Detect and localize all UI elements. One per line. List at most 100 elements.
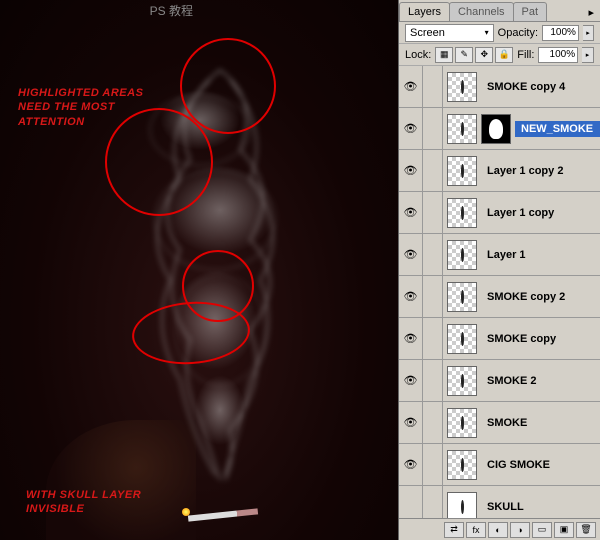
layer-name-label[interactable]: SKULL (481, 499, 600, 515)
layer-style-button[interactable]: fx (466, 522, 486, 538)
layer-thumbnail[interactable] (447, 240, 477, 270)
layer-name-label[interactable]: CIG SMOKE (481, 457, 600, 473)
layer-mask-thumbnail[interactable] (481, 114, 511, 144)
adjustment-layer-button[interactable]: ◑ (510, 522, 530, 538)
annotation-bottom: WITH SKULL LAYER INVISIBLE (26, 488, 141, 517)
photo-cigarette (188, 508, 258, 521)
layers-panel: Layers Channels Pat ▸ Screen ▾ Opacity: … (398, 0, 600, 540)
link-column[interactable] (423, 150, 443, 191)
layers-list[interactable]: 👁 SMOKE copy 4 👁 NEW_SMOKE 👁 Layer 1 copy 2 👁 L… (399, 66, 600, 518)
layer-row[interactable]: 👁 NEW_SMOKE (399, 108, 600, 150)
eye-icon: 👁 (404, 374, 418, 387)
visibility-toggle[interactable]: 👁 (399, 192, 423, 233)
layer-name-label[interactable]: SMOKE 2 (481, 373, 600, 389)
layer-thumbnail[interactable] (447, 492, 477, 519)
layer-thumbnail[interactable] (447, 366, 477, 396)
layer-thumbnail[interactable] (447, 114, 477, 144)
layer-row[interactable]: SKULL (399, 486, 600, 518)
layer-name-label[interactable]: Layer 1 copy 2 (481, 163, 600, 179)
blend-mode-value: Screen (410, 27, 445, 39)
layer-row[interactable]: 👁 CIG SMOKE (399, 444, 600, 486)
layer-thumbnail[interactable] (447, 198, 477, 228)
eye-icon: 👁 (404, 206, 418, 219)
new-layer-button[interactable]: ▣ (554, 522, 574, 538)
layer-thumbnail[interactable] (447, 156, 477, 186)
link-column[interactable] (423, 318, 443, 359)
panel-tabs: Layers Channels Pat ▸ (399, 0, 600, 22)
eye-icon: 👁 (404, 164, 418, 177)
visibility-toggle[interactable] (399, 486, 423, 518)
layer-row[interactable]: 👁 Layer 1 copy 2 (399, 150, 600, 192)
lock-all-icon[interactable]: 🔒 (495, 47, 513, 63)
layer-thumbnail[interactable] (447, 408, 477, 438)
link-column[interactable] (423, 192, 443, 233)
link-column[interactable] (423, 66, 443, 107)
layer-row[interactable]: 👁 SMOKE copy 4 (399, 66, 600, 108)
visibility-toggle[interactable]: 👁 (399, 66, 423, 107)
tab-paths[interactable]: Pat (513, 2, 548, 21)
delete-layer-button[interactable]: 🗑 (576, 522, 596, 538)
lock-label: Lock: (405, 49, 431, 61)
layer-row[interactable]: 👁 Layer 1 (399, 234, 600, 276)
lock-pixels-icon[interactable]: ✎ (455, 47, 473, 63)
eye-icon: 👁 (404, 458, 418, 471)
layer-thumbnail[interactable] (447, 72, 477, 102)
layer-row[interactable]: 👁 Layer 1 copy (399, 192, 600, 234)
document-canvas[interactable]: HIGHLIGHTED AREAS NEED THE MOST ATTENTIO… (0, 0, 398, 540)
link-column[interactable] (423, 444, 443, 485)
tab-layers[interactable]: Layers (399, 2, 450, 21)
link-column[interactable] (423, 360, 443, 401)
layer-name-label[interactable]: SMOKE copy (481, 331, 600, 347)
opacity-field[interactable]: 100% (542, 25, 579, 41)
visibility-toggle[interactable]: 👁 (399, 150, 423, 191)
lock-fill-row: Lock: ▦ ✎ ✥ 🔒 Fill: 100% ▸ (399, 44, 600, 66)
chevron-down-icon: ▾ (485, 28, 489, 37)
layer-thumbnail[interactable] (447, 324, 477, 354)
annotation-top: HIGHLIGHTED AREAS NEED THE MOST ATTENTIO… (18, 86, 143, 129)
opacity-flyout-icon[interactable]: ▸ (583, 25, 594, 41)
visibility-toggle[interactable]: 👁 (399, 234, 423, 275)
blend-mode-select[interactable]: Screen ▾ (405, 24, 494, 42)
layer-mask-button[interactable]: ◐ (488, 522, 508, 538)
annotation-line: ATTENTION (18, 115, 143, 129)
fill-flyout-icon[interactable]: ▸ (582, 47, 594, 63)
visibility-toggle[interactable]: 👁 (399, 402, 423, 443)
link-column[interactable] (423, 486, 443, 518)
lock-icons-group: ▦ ✎ ✥ 🔒 (435, 47, 513, 63)
layer-thumbnail[interactable] (447, 282, 477, 312)
layer-name-label[interactable]: SMOKE copy 2 (481, 289, 600, 305)
layer-row[interactable]: 👁 SMOKE copy (399, 318, 600, 360)
blend-opacity-row: Screen ▾ Opacity: 100% ▸ (399, 22, 600, 44)
opacity-label: Opacity: (498, 27, 538, 39)
eye-icon: 👁 (404, 122, 418, 135)
visibility-toggle[interactable]: 👁 (399, 108, 423, 149)
annotation-line: NEED THE MOST (18, 100, 143, 114)
layer-group-button[interactable]: ▭ (532, 522, 552, 538)
link-column[interactable] (423, 108, 443, 149)
link-column[interactable] (423, 234, 443, 275)
link-layers-button[interactable]: ⇄ (444, 522, 464, 538)
layer-row[interactable]: 👁 SMOKE copy 2 (399, 276, 600, 318)
layer-name-label[interactable]: SMOKE (481, 415, 600, 431)
annotation-line: INVISIBLE (26, 502, 141, 516)
visibility-toggle[interactable]: 👁 (399, 276, 423, 317)
layer-name-label[interactable]: NEW_SMOKE (515, 121, 600, 137)
eye-icon: 👁 (404, 80, 418, 93)
tab-channels[interactable]: Channels (449, 2, 513, 21)
layer-name-label[interactable]: SMOKE copy 4 (481, 79, 600, 95)
layer-thumbnail[interactable] (447, 450, 477, 480)
lock-position-icon[interactable]: ✥ (475, 47, 493, 63)
lock-transparency-icon[interactable]: ▦ (435, 47, 453, 63)
eye-icon: 👁 (404, 290, 418, 303)
link-column[interactable] (423, 402, 443, 443)
visibility-toggle[interactable]: 👁 (399, 318, 423, 359)
panel-menu-icon[interactable]: ▸ (582, 4, 600, 21)
layer-name-label[interactable]: Layer 1 (481, 247, 600, 263)
layer-row[interactable]: 👁 SMOKE (399, 402, 600, 444)
layer-name-label[interactable]: Layer 1 copy (481, 205, 600, 221)
visibility-toggle[interactable]: 👁 (399, 360, 423, 401)
fill-field[interactable]: 100% (538, 47, 578, 63)
layer-row[interactable]: 👁 SMOKE 2 (399, 360, 600, 402)
link-column[interactable] (423, 276, 443, 317)
visibility-toggle[interactable]: 👁 (399, 444, 423, 485)
